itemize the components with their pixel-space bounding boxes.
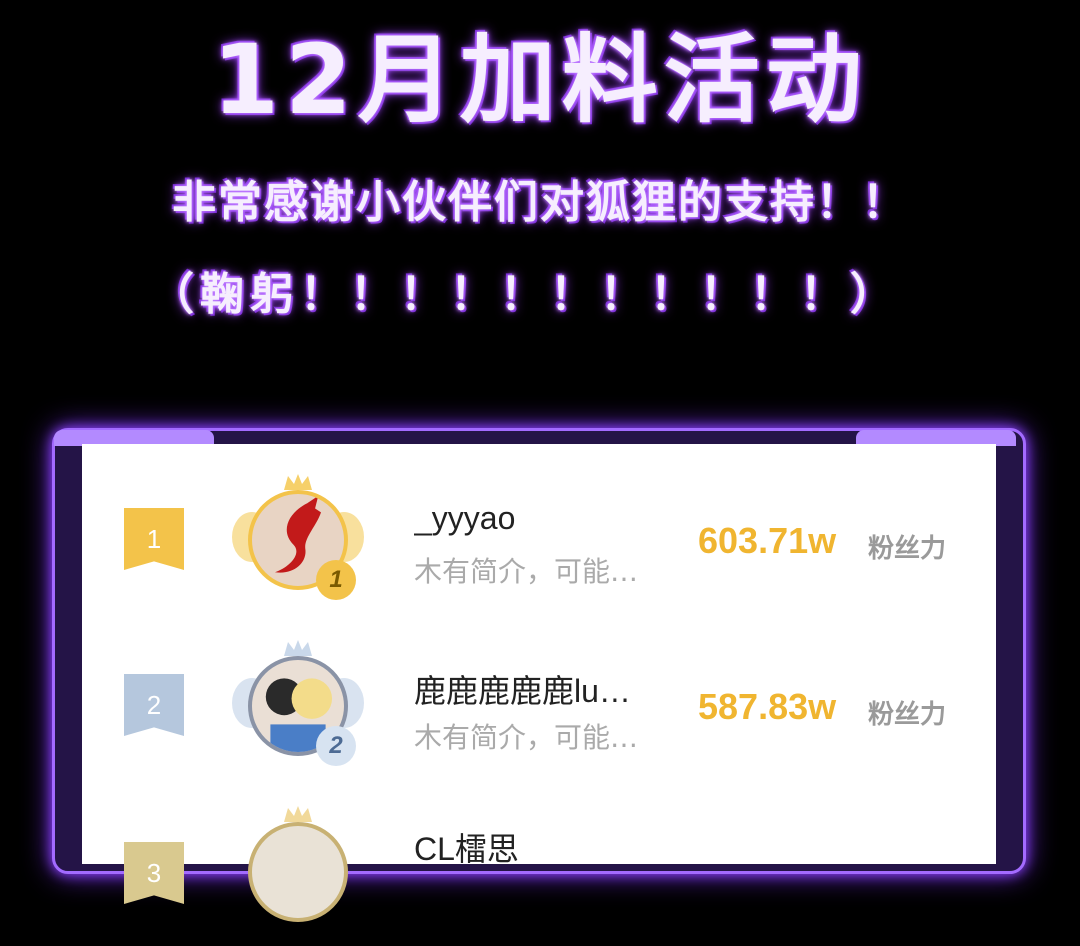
- leaderboard-row[interactable]: 2 2 鹿鹿鹿鹿鹿lu… 木有简介，可能… 587.83w 粉丝力: [82, 630, 996, 780]
- avatar-group[interactable]: 2: [230, 638, 366, 774]
- crown-icon: [284, 474, 312, 490]
- leaderboard-row[interactable]: 1 1 _yyyao 木有简介，可能… 603.71w 粉丝力: [82, 462, 996, 612]
- fan-power-value: 603.71w: [698, 520, 837, 561]
- fan-power-value: 587.83w: [698, 686, 837, 727]
- rank-badge: 2: [124, 674, 184, 736]
- fan-power-unit: 粉丝力: [868, 700, 947, 730]
- medal-badge: 1: [316, 560, 356, 600]
- avatar[interactable]: [248, 822, 348, 922]
- user-name[interactable]: 鹿鹿鹿鹿鹿lu…: [414, 666, 684, 712]
- leaderboard-panel: 1 1 _yyyao 木有简介，可能… 603.71w 粉丝力 2 2 鹿鹿鹿鹿…: [82, 444, 996, 922]
- fan-power-unit: 粉丝力: [868, 534, 947, 564]
- medal-badge: 2: [316, 726, 356, 766]
- avatar-group[interactable]: 1: [230, 472, 366, 608]
- page-title: 12月加料活动: [212, 24, 868, 136]
- crown-icon: [284, 806, 312, 822]
- leaderboard-row[interactable]: 3 CL檑思: [82, 796, 996, 946]
- user-name[interactable]: _yyyao: [414, 500, 684, 537]
- user-bio: 木有简介，可能…: [414, 555, 639, 588]
- user-name[interactable]: CL檑思: [414, 824, 684, 870]
- user-bio: 木有简介，可能…: [414, 721, 639, 754]
- avatar-group[interactable]: [230, 804, 366, 940]
- rank-badge: 3: [124, 842, 184, 904]
- page-subtitle-bow: （鞠躬！！！！！！！！！！！）: [150, 269, 900, 320]
- rank-badge: 1: [124, 508, 184, 570]
- crown-icon: [284, 640, 312, 656]
- page-subtitle: 非常感谢小伙伴们对狐狸的支持！！: [172, 177, 908, 228]
